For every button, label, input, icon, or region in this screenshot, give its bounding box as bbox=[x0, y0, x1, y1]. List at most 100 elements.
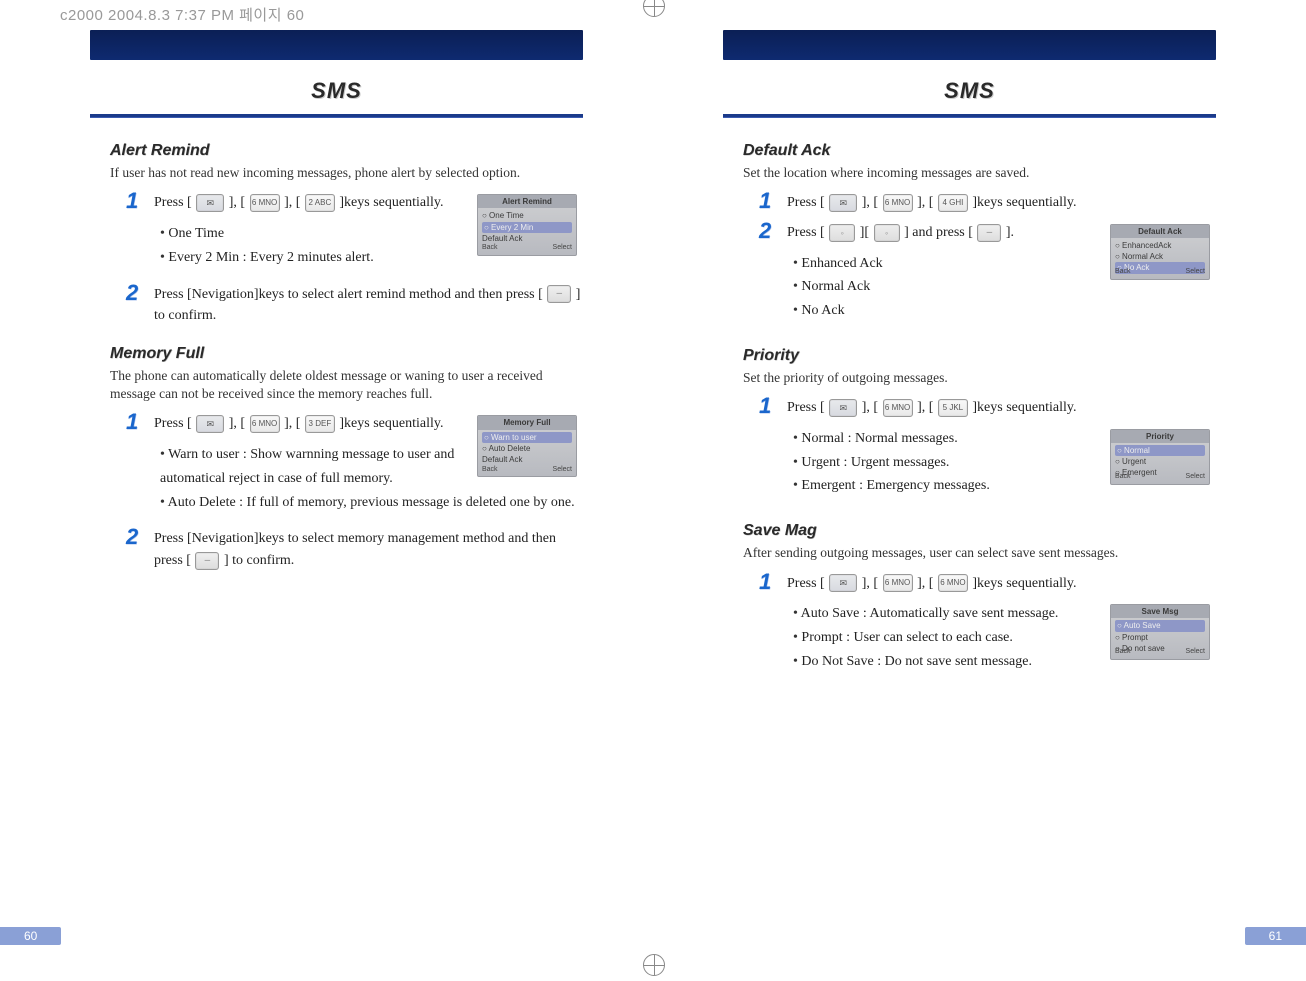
step-text: Press [ ], [ 6 MNO ], [ 4 GHI ]keys sequ… bbox=[787, 192, 1216, 214]
phone-screenshot-default-ack: Default Ack ○ EnhancedAck ○ Normal Ack ○… bbox=[1110, 224, 1210, 280]
text: ][ bbox=[860, 225, 869, 240]
phone-screenshot-memory-full: Memory Full ○ Warn to user ○ Auto Delete… bbox=[477, 415, 577, 477]
screenshot-softkeys: Back Select bbox=[1115, 267, 1205, 277]
softkey-right: Select bbox=[553, 465, 572, 475]
key-6-icon: 6 MNO bbox=[883, 399, 913, 417]
key-6-icon: 6 MNO bbox=[938, 574, 968, 592]
softkey-left: Back bbox=[1115, 647, 1131, 657]
text: Press [Nevigation]keys to select alert r… bbox=[154, 287, 543, 302]
page-right: SMS Default Ack Set the location where i… bbox=[653, 30, 1306, 981]
key-6-icon: 6 MNO bbox=[883, 574, 913, 592]
screenshot-line: ○ EnhancedAck bbox=[1115, 240, 1205, 251]
ok-key-icon bbox=[547, 285, 571, 303]
section-heading-alert-remind: Alert Remind bbox=[110, 142, 583, 160]
screenshot-line: ○ Warn to user bbox=[482, 432, 572, 443]
step: 2 Press [ ][ ] and press [ ]. bbox=[759, 222, 1098, 244]
step-text: Press [ ][ ] and press [ ]. bbox=[787, 222, 1098, 244]
step: 1 Press [ ], [ 6 MNO ], [ 5 JKL ]keys se… bbox=[759, 397, 1216, 419]
step: 1 Press [ ], [ 6 MNO ], [ 2 ABC ]keys se… bbox=[126, 192, 465, 214]
page-title: SMS bbox=[723, 78, 1216, 104]
step-number: 1 bbox=[759, 395, 777, 417]
section-desc: Set the location where incoming messages… bbox=[743, 164, 1216, 182]
section-desc: Set the priority of outgoing messages. bbox=[743, 369, 1216, 387]
header-bar bbox=[90, 30, 583, 60]
bullet-item: Auto Delete : If full of memory, previou… bbox=[160, 491, 583, 515]
screenshot-title: Default Ack bbox=[1111, 225, 1209, 238]
section-desc: If user has not read new incoming messag… bbox=[110, 164, 583, 182]
msg-key-icon bbox=[829, 574, 857, 592]
key-4-icon: 4 GHI bbox=[938, 194, 968, 212]
msg-key-icon bbox=[829, 399, 857, 417]
softkey-left: Back bbox=[482, 465, 498, 475]
text: Press [ bbox=[154, 195, 192, 210]
screenshot-line: ○ Urgent bbox=[1115, 456, 1205, 467]
text: ], [ bbox=[862, 576, 878, 591]
text: ], [ bbox=[917, 400, 933, 415]
nav-key-icon bbox=[874, 224, 900, 242]
softkey-left: Back bbox=[482, 243, 498, 253]
text: ], [ bbox=[229, 195, 245, 210]
section-desc: The phone can automatically delete oldes… bbox=[110, 367, 583, 403]
msg-key-icon bbox=[196, 194, 224, 212]
text: ], [ bbox=[284, 195, 300, 210]
text: ]keys sequentially. bbox=[972, 576, 1076, 591]
section-heading-save-msg: Save Mag bbox=[743, 522, 1216, 540]
text: Press [ bbox=[787, 400, 825, 415]
key-5-icon: 5 JKL bbox=[938, 399, 968, 417]
step: 2 Press [Nevigation]keys to select memor… bbox=[126, 528, 583, 571]
text: ], [ bbox=[862, 400, 878, 415]
key-6-icon: 6 MNO bbox=[250, 415, 280, 433]
page-number: 61 bbox=[1245, 927, 1306, 945]
screenshot-title: Alert Remind bbox=[478, 195, 576, 208]
softkey-right: Select bbox=[553, 243, 572, 253]
step: 1 Press [ ], [ 6 MNO ], [ 6 MNO ]keys se… bbox=[759, 573, 1216, 595]
phone-screenshot-alert-remind: Alert Remind ○ One Time ○ Every 2 Min De… bbox=[477, 194, 577, 256]
step-number: 1 bbox=[126, 411, 144, 433]
step-number: 2 bbox=[126, 526, 144, 548]
text: ]. bbox=[1006, 225, 1014, 240]
softkey-right: Select bbox=[1186, 267, 1205, 277]
step: 1 Press [ ], [ 6 MNO ], [ 4 GHI ]keys se… bbox=[759, 192, 1216, 214]
screenshot-line: ○ Normal Ack bbox=[1115, 251, 1205, 262]
screenshot-line: ○ Auto Delete bbox=[482, 443, 572, 454]
step-number: 1 bbox=[126, 190, 144, 212]
text: Press [ bbox=[787, 576, 825, 591]
screenshot-softkeys: Back Select bbox=[482, 243, 572, 253]
text: ], [ bbox=[917, 576, 933, 591]
step: 2 Press [Nevigation]keys to select alert… bbox=[126, 284, 583, 327]
step-number: 2 bbox=[759, 220, 777, 242]
text: ], [ bbox=[229, 416, 245, 431]
softkey-right: Select bbox=[1186, 472, 1205, 482]
page-title: SMS bbox=[90, 78, 583, 104]
text: Press [ bbox=[787, 225, 825, 240]
step-text: Press [ ], [ 6 MNO ], [ 6 MNO ]keys sequ… bbox=[787, 573, 1216, 595]
text: ]keys sequentially. bbox=[339, 195, 443, 210]
key-6-icon: 6 MNO bbox=[250, 194, 280, 212]
step-number: 1 bbox=[759, 190, 777, 212]
key-6-icon: 6 MNO bbox=[883, 194, 913, 212]
screenshot-softkeys: Back Select bbox=[482, 465, 572, 475]
text: ]keys sequentially. bbox=[972, 195, 1076, 210]
msg-key-icon bbox=[829, 194, 857, 212]
msg-key-icon bbox=[196, 415, 224, 433]
step-number: 1 bbox=[759, 571, 777, 593]
section-desc: After sending outgoing messages, user ca… bbox=[743, 544, 1216, 562]
key-2-icon: 2 ABC bbox=[305, 194, 335, 212]
softkey-left: Back bbox=[1115, 267, 1131, 277]
phone-screenshot-priority: Priority ○ Normal ○ Urgent ○ Emergent Ba… bbox=[1110, 429, 1210, 485]
step-text: Press [ ], [ 6 MNO ], [ 3 DEF ]keys sequ… bbox=[154, 413, 465, 435]
screenshot-line: Default Ack bbox=[482, 454, 572, 465]
page-number: 60 bbox=[0, 927, 61, 945]
screenshot-title: Memory Full bbox=[478, 416, 576, 429]
page-spread: SMS Alert Remind If user has not read ne… bbox=[0, 0, 1306, 981]
softkey-right: Select bbox=[1186, 647, 1205, 657]
key-3-icon: 3 DEF bbox=[305, 415, 335, 433]
text: ] to confirm. bbox=[224, 553, 294, 568]
bullet-item: No Ack bbox=[793, 299, 1216, 323]
screenshot-title: Priority bbox=[1111, 430, 1209, 443]
section-heading-priority: Priority bbox=[743, 347, 1216, 365]
text: ], [ bbox=[917, 195, 933, 210]
text: ], [ bbox=[284, 416, 300, 431]
screenshot-line: ○ Auto Save bbox=[1115, 620, 1205, 631]
title-underline bbox=[90, 114, 583, 118]
